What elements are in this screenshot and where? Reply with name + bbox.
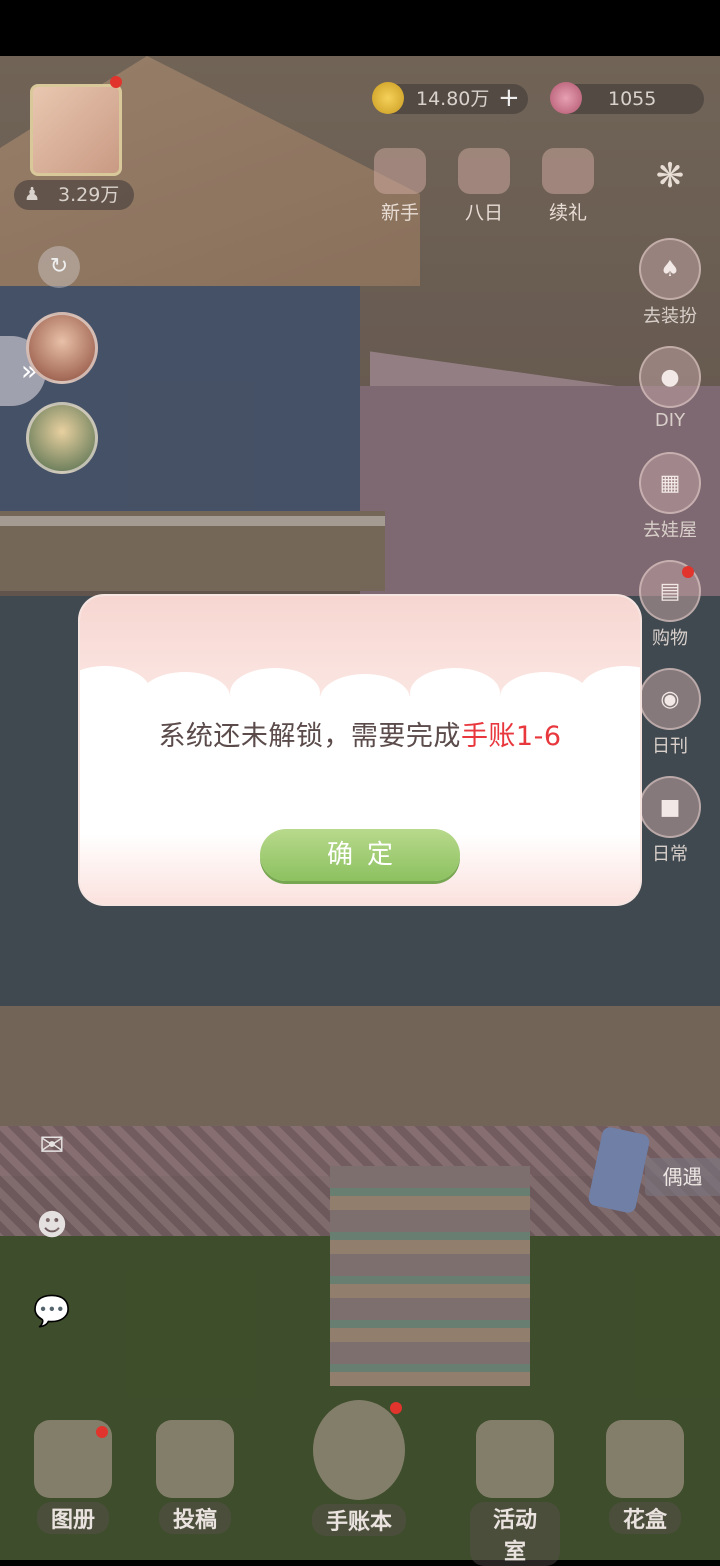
eight-day-icon	[458, 148, 510, 194]
popularity-value: 3.29万	[58, 184, 120, 206]
meet-label: 偶遇	[645, 1158, 720, 1196]
album-notify-dot	[96, 1426, 108, 1438]
more-menu-icon[interactable]: ❋	[640, 156, 700, 196]
renewal-gift-button[interactable]: 续礼	[538, 148, 598, 225]
status-bar	[0, 0, 720, 56]
phone-icon	[587, 1125, 651, 1215]
bottom-journal-label: 手账本	[311, 1504, 406, 1536]
message-highlight: 手账1-6	[460, 721, 562, 752]
lock-icon: ■	[639, 776, 701, 838]
side-dollhouse-button[interactable]: ▦ 去娃屋	[638, 452, 702, 542]
gem-icon	[550, 82, 582, 114]
dialog-message: 系统还未解锁，需要完成手账1-6	[80, 714, 640, 753]
side-diy-label: DIY	[654, 410, 686, 431]
side-dressup-button[interactable]: ♠ 去装扮	[638, 238, 702, 328]
newbie-button[interactable]: 新手	[370, 148, 430, 225]
side-daily-paper-button[interactable]: ◉ 日刊	[638, 668, 702, 758]
renewal-gift-label: 续礼	[548, 202, 587, 224]
side-dressup-label: 去装扮	[643, 306, 697, 327]
cloud-decor	[230, 668, 320, 718]
friends-icon[interactable]: ☻	[26, 1208, 78, 1252]
film-clapper-icon	[156, 1420, 234, 1498]
teddy-bear-icon	[476, 1420, 554, 1498]
meet-button[interactable]: 偶遇	[587, 1125, 720, 1218]
unlock-dialog: 系统还未解锁，需要完成手账1-6 确定	[80, 596, 640, 904]
gem-value: 1055	[608, 88, 657, 110]
side-shop-label: 购物	[652, 628, 688, 649]
chat-icon[interactable]: 💬	[26, 1294, 78, 1338]
character-avatar-2[interactable]	[26, 402, 98, 474]
refresh-icon[interactable]: ↻	[38, 246, 80, 288]
bottom-journal-button[interactable]: 手账本	[304, 1400, 414, 1536]
bottom-flowerbox-button[interactable]: 花盒	[600, 1420, 690, 1534]
bottom-activity-button[interactable]: 活动室	[470, 1420, 560, 1566]
player-avatar[interactable]	[30, 84, 122, 176]
mail-icon[interactable]: ✉	[26, 1128, 78, 1172]
popularity-pill: ♟ 3.29万	[14, 180, 134, 210]
bottom-submit-label: 投稿	[158, 1502, 231, 1534]
side-daily-label: 日常	[652, 844, 688, 865]
bottom-flowerbox-label: 花盒	[608, 1502, 681, 1534]
journal-icon	[313, 1400, 405, 1500]
eight-day-label: 八日	[464, 202, 503, 224]
side-daily-button[interactable]: ■ 日常	[638, 776, 702, 866]
flower-icon	[606, 1420, 684, 1498]
side-dollhouse-label: 去娃屋	[643, 520, 697, 541]
person-icon: ♟	[24, 184, 41, 205]
coin-icon	[372, 82, 404, 114]
cloud-decor	[410, 668, 500, 718]
message-text: 系统还未解锁，需要完成	[158, 721, 461, 752]
newbie-icon	[374, 148, 426, 194]
renewal-gift-icon	[542, 148, 594, 194]
avatar-notify-dot	[110, 76, 122, 88]
journal-notify-dot	[390, 1402, 402, 1414]
confirm-button[interactable]: 确定	[260, 829, 460, 881]
camera-icon: ◉	[639, 668, 701, 730]
shirt-icon: ♠	[639, 238, 701, 300]
cabinet-icon: ▦	[639, 452, 701, 514]
bottom-submit-button[interactable]: 投稿	[150, 1420, 240, 1534]
side-daily-paper-label: 日刊	[652, 736, 688, 757]
character-avatar-1[interactable]	[26, 312, 98, 384]
newbie-label: 新手	[380, 202, 419, 224]
bottom-album-label: 图册	[36, 1502, 109, 1534]
coin-value: 14.80万	[416, 88, 490, 110]
side-diy-button[interactable]: ● DIY	[638, 346, 702, 431]
shop-notify-dot	[682, 566, 694, 578]
palette-icon: ●	[639, 346, 701, 408]
bottom-activity-label: 活动室	[470, 1502, 560, 1566]
add-coin-icon[interactable]: +	[498, 83, 520, 113]
eight-day-button[interactable]: 八日	[454, 148, 514, 225]
